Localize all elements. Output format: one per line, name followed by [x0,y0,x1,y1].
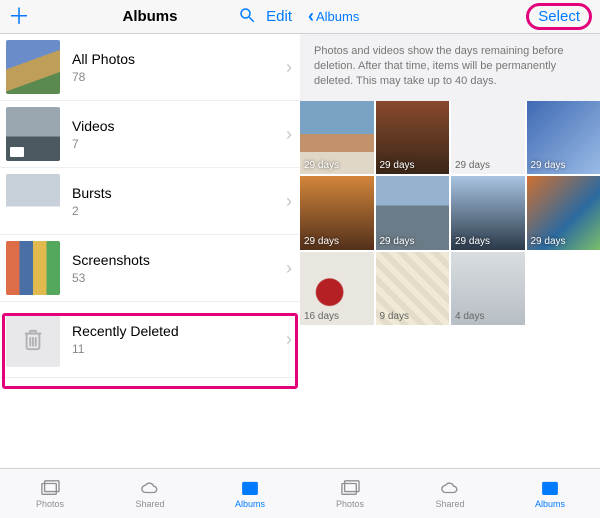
photo-cell[interactable]: 29 days [300,176,374,250]
days-remaining: 29 days [380,236,415,247]
album-thumb [6,40,60,94]
tab-label: Photos [336,499,364,509]
tab-label: Photos [36,499,64,509]
photo-cell[interactable]: 29 days [376,101,450,175]
days-remaining: 29 days [304,160,339,171]
deleted-navbar: ‹ Albums Select [300,0,600,34]
album-row-screenshots[interactable]: Screenshots 53 › [0,235,300,302]
photo-cell[interactable]: 29 days [376,176,450,250]
days-remaining: 29 days [455,160,490,171]
tab-bar-left: Photos Shared Albums [0,468,300,518]
photo-cell[interactable]: 29 days [527,101,600,175]
annotation-highlight-recently-deleted [2,313,298,389]
days-remaining: 4 days [455,311,484,322]
tab-shared[interactable]: Shared [400,469,500,518]
photos-stack-icon [339,479,361,497]
album-name: Bursts [72,185,112,201]
days-remaining: 29 days [304,236,339,247]
photo-cell[interactable]: 29 days [527,176,600,250]
tab-label: Shared [435,499,464,509]
tab-albums[interactable]: Albums [500,469,600,518]
photo-cell[interactable]: 29 days [300,101,374,175]
photos-stack-icon [39,479,61,497]
deleted-photos-grid: 29 days 29 days 29 days 29 days 29 days … [300,101,600,326]
tab-bar-right: Photos Shared Albums [300,468,600,518]
back-label: Albums [316,9,359,24]
chevron-right-icon: › [286,57,292,78]
album-row-bursts[interactable]: Bursts 2 › [0,168,300,235]
album-thumb [6,174,60,228]
edit-button[interactable]: Edit [266,8,292,25]
add-album-button[interactable]: ＋ [8,6,30,28]
albums-list: All Photos 78 › Videos 7 › Bursts 2 [0,34,300,468]
chevron-right-icon: › [286,258,292,279]
photo-cell[interactable]: 29 days [451,101,525,175]
album-count: 53 [72,271,150,285]
back-button[interactable]: ‹ Albums [308,6,359,27]
select-button[interactable]: Select [538,8,580,25]
tab-photos[interactable]: Photos [0,469,100,518]
album-thumb [6,241,60,295]
album-name: All Photos [72,51,135,67]
days-remaining: 29 days [455,236,490,247]
photo-cell[interactable]: 4 days [451,252,525,326]
days-remaining: 16 days [304,311,339,322]
tab-label: Albums [235,499,265,509]
days-remaining: 9 days [380,311,409,322]
cloud-icon [139,479,161,497]
album-row-all-photos[interactable]: All Photos 78 › [0,34,300,101]
days-remaining: 29 days [380,160,415,171]
album-row-videos[interactable]: Videos 7 › [0,101,300,168]
albums-navbar: ＋ Albums Edit [0,0,300,34]
tab-albums[interactable]: Albums [200,469,300,518]
albums-icon [539,479,561,497]
deletion-info-banner: Photos and videos show the days remainin… [300,34,600,101]
days-remaining: 29 days [531,160,566,171]
chevron-right-icon: › [286,124,292,145]
cloud-icon [439,479,461,497]
tab-label: Albums [535,499,565,509]
tab-label: Shared [135,499,164,509]
tab-shared[interactable]: Shared [100,469,200,518]
chevron-right-icon: › [286,191,292,212]
album-count: 2 [72,204,112,218]
photo-cell[interactable]: 29 days [451,176,525,250]
annotation-highlight-select: Select [526,3,592,30]
photo-cell[interactable]: 9 days [376,252,450,326]
tab-photos[interactable]: Photos [300,469,400,518]
album-name: Screenshots [72,252,150,268]
days-remaining: 29 days [531,236,566,247]
album-count: 7 [72,137,115,151]
album-name: Videos [72,118,115,134]
search-icon[interactable] [238,6,256,27]
chevron-left-icon: ‹ [308,6,314,27]
album-thumb [6,107,60,161]
photo-cell[interactable]: 16 days [300,252,374,326]
albums-icon [239,479,261,497]
album-count: 78 [72,70,135,84]
